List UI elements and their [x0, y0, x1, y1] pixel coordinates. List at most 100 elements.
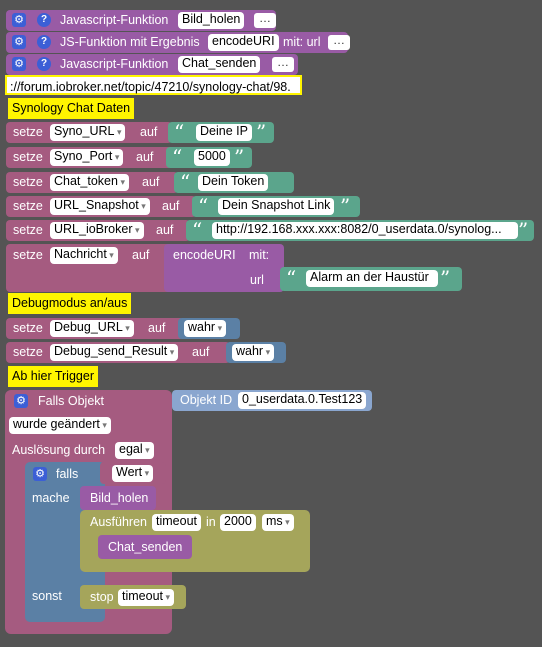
boolean-dropdown[interactable]: wahr [184, 320, 227, 337]
quote-icon: “ [286, 266, 297, 290]
call-chat-senden-block[interactable]: Chat_senden [98, 535, 192, 559]
timeout-var-field[interactable]: timeout [152, 514, 201, 531]
object-id-field[interactable]: 0_userdata.0.Test123 [238, 392, 367, 409]
variable-dropdown[interactable]: Chat_token [50, 174, 129, 191]
text-value[interactable]: Deine IP [196, 124, 252, 141]
boolean-block[interactable]: wahr [178, 318, 240, 339]
boolean-dropdown[interactable]: wahr [232, 344, 275, 361]
set-variable-syno-port[interactable]: setze Syno_Port auf [6, 147, 172, 168]
section-comment-synology[interactable]: Synology Chat Daten [8, 98, 135, 119]
text-block[interactable]: “ 5000 ” [166, 147, 252, 168]
function-block-encodeuri[interactable]: ⚙ ? JS-Funktion mit Ergebnis encodeURI m… [6, 32, 350, 53]
quote-icon: “ [192, 218, 203, 242]
more-button[interactable]: … [272, 56, 294, 72]
text-block[interactable]: “ Dein Token [174, 172, 294, 193]
quote-icon: ” [340, 194, 351, 218]
auf-label: auf [148, 321, 166, 335]
set-variable-syno-url[interactable]: setze Syno_URL auf [6, 122, 172, 143]
set-variable-debug-send-result[interactable]: setze Debug_send_Result auf [6, 342, 230, 363]
call-function-name: encodeURI [173, 248, 236, 262]
object-id-block[interactable]: Objekt ID 0_userdata.0.Test123 [172, 390, 372, 411]
event-dropdown[interactable]: wurde geändert [9, 417, 111, 434]
variable-dropdown[interactable]: Syno_URL [50, 124, 126, 141]
function-name-field[interactable]: Chat_senden [178, 56, 261, 73]
setze-label: setze [13, 345, 43, 359]
condition-dropdown[interactable]: Wert [112, 465, 154, 482]
variable-dropdown[interactable]: Debug_URL [50, 320, 134, 337]
call-function-name: Chat_senden [108, 540, 183, 554]
auf-label: auf [136, 150, 154, 164]
text-block[interactable]: “ Alarm an der Haustür ” [280, 267, 462, 291]
mache-label: mache [32, 491, 70, 505]
quote-icon: “ [174, 120, 185, 144]
variable-dropdown[interactable]: URL_ioBroker [50, 222, 144, 239]
sonst-label: sonst [32, 589, 62, 603]
variable-dropdown[interactable]: Debug_send_Result [50, 344, 179, 361]
ausloesung-label: Auslösung durch [12, 443, 106, 457]
trigger-source-dropdown[interactable]: egal [115, 442, 154, 459]
function-block-bild-holen[interactable]: ⚙ ? Javascript-Funktion Bild_holen … [6, 10, 276, 31]
help-icon[interactable]: ? [37, 13, 51, 27]
text-value[interactable]: Alarm an der Haustür [306, 270, 438, 287]
setze-label: setze [13, 150, 43, 164]
in-label: in [206, 515, 216, 529]
auf-label: auf [142, 175, 160, 189]
set-variable-chat-token[interactable]: setze Chat_token auf [6, 172, 178, 193]
setze-label: setze [13, 223, 43, 237]
ausfuehren-label: Ausführen [90, 515, 147, 529]
gear-icon[interactable]: ⚙ [33, 467, 47, 481]
gear-icon[interactable]: ⚙ [12, 35, 26, 49]
setze-label: setze [13, 321, 43, 335]
function-params: mit: url [283, 35, 321, 49]
set-variable-nachricht[interactable]: setze Nachricht auf [6, 244, 172, 292]
call-bild-holen-block[interactable]: Bild_holen [80, 486, 156, 510]
gear-icon[interactable]: ⚙ [12, 57, 26, 71]
section-comment-trigger[interactable]: Ab hier Trigger [8, 366, 98, 387]
variable-dropdown[interactable]: Syno_Port [50, 149, 124, 166]
stop-label: stop [90, 590, 114, 604]
function-name-field[interactable]: Bild_holen [178, 12, 245, 29]
text-block[interactable]: “ http://192.168.xxx.xxx:8082/0_userdata… [186, 220, 534, 241]
call-encodeuri-block[interactable]: encodeURI mit: url [164, 244, 284, 292]
auf-label: auf [140, 125, 158, 139]
set-variable-url-iobroker[interactable]: setze URL_ioBroker auf [6, 220, 190, 241]
more-button[interactable]: … [254, 12, 276, 28]
function-name-field[interactable]: encodeURI [208, 34, 279, 51]
setze-label: setze [13, 248, 43, 262]
function-label: JS-Funktion mit Ergebnis [60, 35, 200, 49]
quote-icon: ” [256, 120, 267, 144]
text-value[interactable]: Dein Token [198, 174, 269, 191]
gear-icon[interactable]: ⚙ [12, 13, 26, 27]
more-button[interactable]: … [328, 34, 350, 50]
help-icon[interactable]: ? [37, 35, 51, 49]
text-block[interactable]: “ Deine IP ” [168, 122, 274, 143]
falls-label: falls [56, 467, 79, 481]
auf-label: auf [192, 345, 210, 359]
function-block-chat-senden[interactable]: ⚙ ? Javascript-Funktion Chat_senden … [6, 54, 298, 75]
section-comment-debug[interactable]: Debugmodus an/aus [8, 293, 132, 314]
url-label: url [250, 273, 264, 287]
url-comment[interactable]: ://forum.iobroker.net/topic/47210/synolo… [5, 75, 302, 95]
text-block[interactable]: “ Dein Snapshot Link ” [192, 196, 360, 217]
stop-timeout-dropdown[interactable]: timeout [118, 589, 175, 606]
gear-icon[interactable]: ⚙ [14, 394, 28, 408]
auf-label: auf [156, 223, 174, 237]
stop-timeout-block[interactable]: stop timeout [80, 585, 186, 609]
variable-dropdown[interactable]: URL_Snapshot [50, 198, 150, 215]
boolean-block[interactable]: wahr [226, 342, 286, 363]
objekt-id-label: Objekt ID [180, 393, 233, 407]
condition-variable-block[interactable]: Wert [100, 462, 166, 484]
unit-dropdown[interactable]: ms [262, 514, 294, 531]
help-icon[interactable]: ? [37, 57, 51, 71]
text-value[interactable]: 5000 [194, 149, 230, 166]
quote-icon: “ [180, 170, 191, 194]
quote-icon: ” [440, 266, 451, 290]
delay-field[interactable]: 2000 [220, 514, 256, 531]
function-label: Javascript-Funktion [60, 13, 169, 27]
text-value[interactable]: Dein Snapshot Link [218, 198, 335, 215]
set-variable-debug-url[interactable]: setze Debug_URL auf [6, 318, 184, 339]
auf-label: auf [132, 248, 150, 262]
set-variable-url-snapshot[interactable]: setze URL_Snapshot auf [6, 196, 196, 217]
text-value[interactable]: http://192.168.xxx.xxx:8082/0_userdata.0… [212, 222, 518, 239]
variable-dropdown[interactable]: Nachricht [50, 247, 118, 264]
